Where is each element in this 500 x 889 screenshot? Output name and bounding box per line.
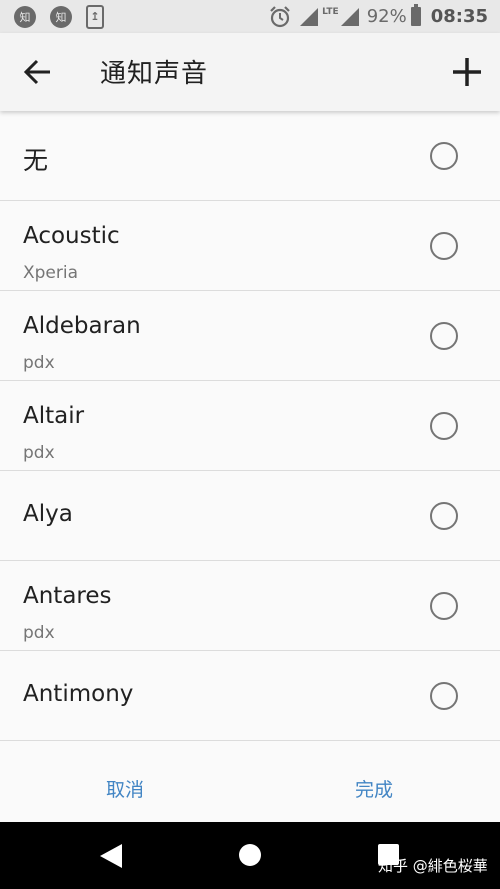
ringtone-list: 无 Acoustic Xperia Aldebaran pdx Altair p…	[0, 111, 500, 741]
clock: 08:35	[430, 6, 488, 27]
ringtone-title: Altair	[23, 403, 85, 429]
add-ringtone-button[interactable]	[450, 55, 484, 89]
ringtone-title: Antimony	[23, 681, 134, 707]
ringtone-title: 无	[23, 146, 49, 175]
alarm-icon	[270, 5, 290, 27]
radio-button[interactable]	[430, 502, 458, 530]
ringtone-source: pdx	[23, 443, 55, 463]
back-button[interactable]	[22, 57, 54, 87]
plus-icon	[453, 58, 481, 86]
done-button[interactable]: 完成	[355, 775, 393, 802]
list-item[interactable]: Antimony	[0, 651, 500, 741]
signal-lte-icon	[340, 7, 359, 26]
status-bar-right: LTE 92% 08:35	[268, 4, 488, 28]
dialog-footer: 取消 完成	[0, 742, 500, 822]
status-bar: 知 知 ↥ LTE 92% 08:35	[0, 0, 500, 33]
watermark: 知乎 @緋色桜華	[378, 857, 488, 875]
radio-button[interactable]	[430, 142, 458, 170]
status-bar-left: 知 知 ↥	[14, 4, 104, 29]
ringtone-title: Acoustic	[23, 223, 120, 249]
radio-button[interactable]	[430, 682, 458, 710]
ringtone-title: Alya	[23, 501, 73, 527]
battery-icon	[410, 4, 421, 26]
zhihu-notification-icon: 知	[50, 5, 72, 28]
list-item[interactable]: Antares pdx	[0, 561, 500, 651]
ringtone-source: Xperia	[23, 263, 79, 283]
ringtone-source: pdx	[23, 623, 55, 643]
zhihu-notification-icon: 知	[14, 5, 36, 28]
list-item[interactable]: Aldebaran pdx	[0, 291, 500, 381]
list-item[interactable]: 无	[0, 111, 500, 201]
nav-home-icon[interactable]	[239, 844, 261, 866]
list-item[interactable]: Acoustic Xperia	[0, 201, 500, 291]
ringtone-title: Aldebaran	[23, 313, 141, 339]
radio-button[interactable]	[430, 412, 458, 440]
cancel-button[interactable]: 取消	[106, 775, 144, 802]
radio-button[interactable]	[430, 592, 458, 620]
battery-percentage: 92%	[366, 6, 407, 27]
ringtone-title: Antares	[23, 583, 112, 609]
upload-notification-icon: ↥	[86, 4, 104, 29]
app-bar: 通知声音	[0, 33, 500, 111]
list-item[interactable]: Altair pdx	[0, 381, 500, 471]
radio-button[interactable]	[430, 322, 458, 350]
ringtone-source: pdx	[23, 353, 55, 373]
arrow-left-icon	[23, 59, 50, 85]
page-title: 通知声音	[100, 59, 209, 89]
list-item[interactable]: Alya	[0, 471, 500, 561]
radio-button[interactable]	[430, 232, 458, 260]
signal-icon	[300, 7, 319, 26]
navigation-bar: 知乎 @緋色桜華	[0, 822, 500, 889]
network-type-label: LTE	[322, 6, 339, 17]
nav-back-icon[interactable]	[98, 842, 124, 870]
